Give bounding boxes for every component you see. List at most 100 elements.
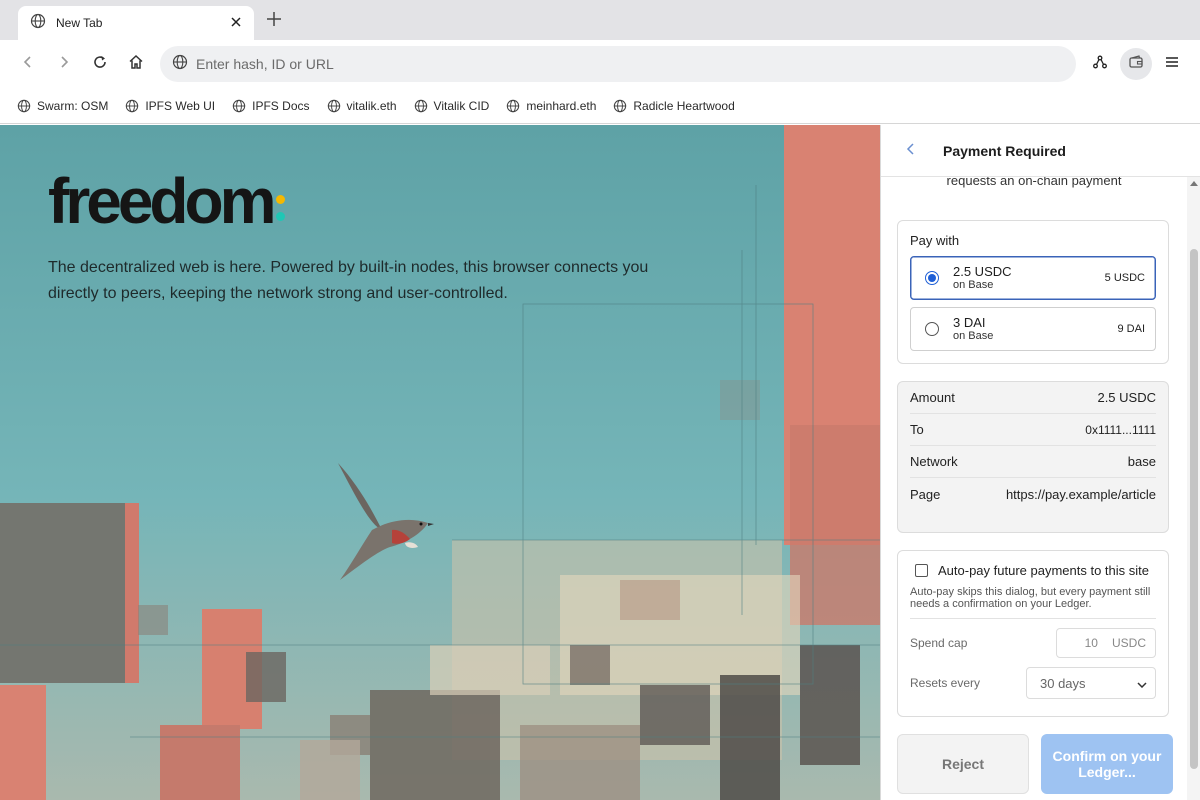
- detail-label: Page: [910, 486, 941, 502]
- detail-label: Amount: [910, 390, 955, 405]
- bookmarks-bar: Swarm: OSM IPFS Web UI IPFS Docs vitalik…: [0, 88, 1200, 124]
- home-button[interactable]: [124, 52, 148, 76]
- network-button[interactable]: [1084, 48, 1116, 80]
- panel-scroll-area: requests an on-chain payment Pay with 2.…: [881, 173, 1187, 800]
- radio-button[interactable]: [925, 271, 939, 285]
- chevron-down-icon: [1137, 676, 1147, 691]
- omnibox[interactable]: [160, 46, 1076, 82]
- bookmark-vitalik-cid[interactable]: Vitalik CID: [411, 95, 493, 117]
- arrow-right-icon: [56, 54, 72, 75]
- payment-details-card: Amount 2.5 USDC To 0x1111...1111 Network…: [897, 381, 1169, 533]
- bookmark-label: IPFS Docs: [252, 98, 310, 113]
- spend-cap-input[interactable]: 10 USDC: [1056, 628, 1156, 658]
- new-tab-page: freedom The decentralized web is here. P…: [0, 125, 880, 800]
- back-button[interactable]: [16, 52, 40, 76]
- spend-cap-value: 10: [1084, 636, 1098, 650]
- bookmark-meinhard-eth[interactable]: meinhard.eth: [503, 95, 599, 117]
- scrollbar-thumb[interactable]: [1190, 249, 1198, 769]
- detail-row-to: To 0x1111...1111: [910, 414, 1156, 446]
- arrow-left-icon: [20, 54, 36, 75]
- freedom-logo: freedom: [48, 169, 668, 233]
- address-input[interactable]: [196, 56, 1056, 72]
- home-icon: [128, 54, 144, 75]
- bookmark-label: Swarm: OSM: [37, 98, 109, 113]
- globe-icon: [327, 99, 340, 112]
- pay-with-label: Pay with: [910, 233, 960, 248]
- panel-scrollbar[interactable]: [1187, 177, 1200, 800]
- bookmark-ipfs-web-ui[interactable]: IPFS Web UI: [122, 95, 218, 117]
- globe-icon: [232, 99, 246, 112]
- logo-colon: [275, 191, 285, 225]
- option-network: on Base: [953, 330, 994, 342]
- detail-value: base: [1127, 454, 1156, 469]
- auto-pay-card: Auto-pay future payments to this site Au…: [897, 550, 1169, 717]
- globe-icon: [126, 99, 139, 112]
- logo-text: freedom: [48, 165, 276, 237]
- payment-option-dai[interactable]: 3 DAI on Base 9 DAI: [910, 307, 1156, 351]
- bookmark-label: Radicle Heartwood: [633, 98, 735, 113]
- wallet-button[interactable]: [1120, 48, 1152, 80]
- bookmark-swarm-osm[interactable]: Swarm: OSM: [14, 95, 111, 117]
- tab-strip: New Tab: [0, 0, 1200, 40]
- auto-pay-checkbox[interactable]: [915, 564, 928, 577]
- forward-button[interactable]: [52, 52, 76, 76]
- confirm-ledger-button[interactable]: Confirm on your Ledger...: [1041, 734, 1173, 794]
- bookmark-label: meinhard.eth: [526, 98, 597, 113]
- panel-header: Payment Required: [881, 125, 1200, 177]
- detail-row-network: Network base: [910, 446, 1156, 478]
- globe-icon: [414, 99, 427, 112]
- detail-value: 2.5 USDC: [1097, 390, 1156, 405]
- spend-cap-unit: USDC: [1111, 636, 1146, 650]
- payment-option-usdc[interactable]: 2.5 USDC on Base 5 USDC: [910, 256, 1156, 300]
- option-balance: 5 USDC: [1104, 272, 1145, 284]
- close-icon[interactable]: [228, 15, 244, 31]
- resets-row: Resets every 30 days: [910, 667, 1156, 699]
- detail-label: To: [910, 422, 924, 437]
- panel-back-button[interactable]: [903, 142, 919, 160]
- option-amount: 2.5 USDC: [953, 264, 1012, 279]
- toolbar: [0, 40, 1200, 88]
- option-network: on Base: [953, 279, 994, 291]
- bookmark-label: Vitalik CID: [433, 98, 490, 113]
- chevron-left-icon: [906, 142, 916, 160]
- auto-pay-label: Auto-pay future payments to this site: [938, 563, 1149, 578]
- tab-title: New Tab: [56, 16, 103, 30]
- wallet-icon: [1128, 54, 1144, 75]
- globe-icon: [30, 13, 46, 34]
- resets-label: Resets every: [910, 676, 981, 690]
- globe-icon: [614, 99, 627, 112]
- auto-pay-note: Auto-pay skips this dialog, but every pa…: [910, 586, 1156, 619]
- resets-select[interactable]: 30 days: [1026, 667, 1156, 699]
- option-balance: 9 DAI: [1117, 323, 1145, 335]
- bookmark-vitalik-eth[interactable]: vitalik.eth: [324, 95, 400, 117]
- pay-with-card: Pay with 2.5 USDC on Base 5 USDC 3 DAI o…: [897, 220, 1169, 364]
- detail-row-amount: Amount 2.5 USDC: [910, 382, 1156, 414]
- detail-value: https://pay.example/article: [1005, 486, 1156, 502]
- spend-cap-label: Spend cap: [910, 636, 968, 650]
- detail-row-page: Page https://pay.example/article: [910, 478, 1156, 510]
- radio-button[interactable]: [925, 322, 939, 336]
- bookmark-ipfs-docs[interactable]: IPFS Docs: [229, 95, 312, 117]
- resets-value: 30 days: [1040, 675, 1086, 691]
- hamburger-menu-icon: [1164, 54, 1180, 75]
- bookmark-label: vitalik.eth: [346, 98, 397, 113]
- network-nodes-icon: [1092, 54, 1108, 75]
- bookmark-label: IPFS Web UI: [145, 98, 216, 113]
- detail-value: 0x1111...1111: [1085, 422, 1156, 437]
- payment-panel: Payment Required requests an on-chain pa…: [880, 125, 1200, 800]
- spend-cap-row: Spend cap 10 USDC: [910, 627, 1156, 659]
- bookmark-radicle-heartwood[interactable]: Radicle Heartwood: [610, 95, 737, 117]
- tab-new-tab[interactable]: New Tab: [18, 6, 254, 40]
- globe-icon: [172, 54, 188, 75]
- scroll-up-arrow-icon[interactable]: [1190, 181, 1198, 186]
- globe-icon: [507, 99, 520, 112]
- menu-button[interactable]: [1156, 48, 1188, 80]
- new-tab-button[interactable]: [264, 11, 284, 31]
- panel-title: Payment Required: [943, 142, 1066, 159]
- detail-label: Network: [910, 454, 958, 469]
- reload-button[interactable]: [88, 52, 112, 76]
- auto-pay-row[interactable]: Auto-pay future payments to this site: [910, 563, 1156, 578]
- tagline: The decentralized web is here. Powered b…: [48, 259, 649, 302]
- hero: freedom The decentralized web is here. P…: [48, 169, 668, 307]
- reject-button[interactable]: Reject: [897, 734, 1029, 794]
